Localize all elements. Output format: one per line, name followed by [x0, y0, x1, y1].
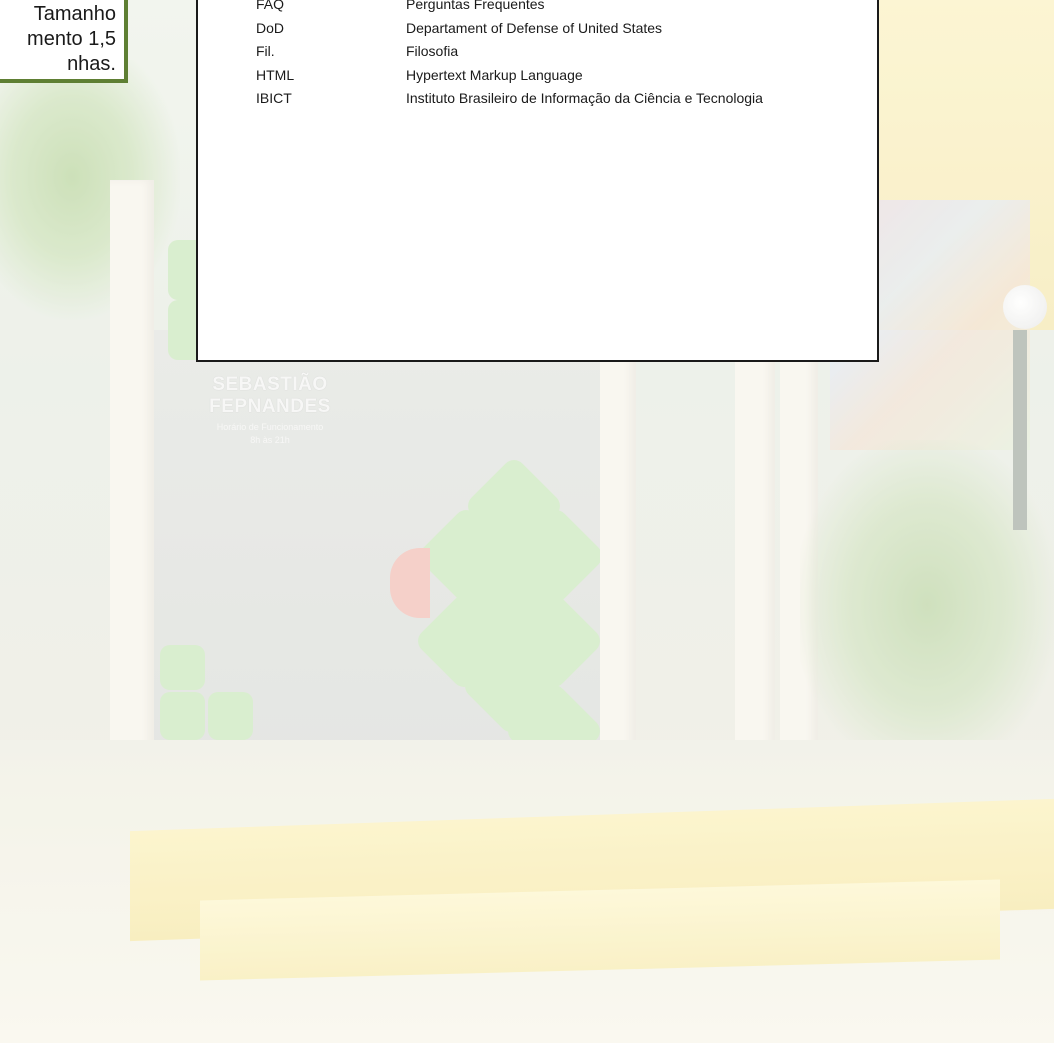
- callout-line: mento 1,5: [27, 28, 116, 50]
- abbreviations-list: FAQ Perguntas Frequentes DoD Departament…: [256, 0, 763, 114]
- callout-line: Tamanho: [33, 3, 116, 25]
- abbreviation-term: IBICT: [256, 90, 292, 106]
- list-item: DoD Departament of Defense of United Sta…: [256, 20, 763, 44]
- list-item: HTML Hypertext Markup Language: [256, 67, 763, 91]
- abbreviation-term: FAQ: [256, 0, 285, 12]
- list-item: IBICT Instituto Brasileiro de Informação…: [256, 90, 763, 114]
- abbreviation-definition: Departament of Defense of United States: [406, 19, 663, 36]
- abbreviation-term: DoD: [256, 19, 285, 36]
- abbreviation-definition: Perguntas Frequentes: [406, 0, 545, 12]
- list-item: Fil. Filosofia: [256, 43, 763, 67]
- abbreviation-term: Fil.: [256, 43, 275, 59]
- abbreviation-term: HTML: [256, 66, 295, 83]
- abbreviation-definition: Hypertext Markup Language: [406, 66, 583, 83]
- formatting-callout: Tamanho mento 1,5 nhas.: [0, 0, 128, 83]
- list-item: FAQ Perguntas Frequentes: [256, 0, 763, 20]
- abbreviation-definition: Instituto Brasileiro de Informação da Ci…: [406, 90, 763, 106]
- abbreviation-definition: Filosofia: [406, 43, 459, 59]
- callout-line: nhas.: [67, 53, 116, 75]
- abbreviations-box: FAQ Perguntas Frequentes DoD Departament…: [196, 0, 879, 362]
